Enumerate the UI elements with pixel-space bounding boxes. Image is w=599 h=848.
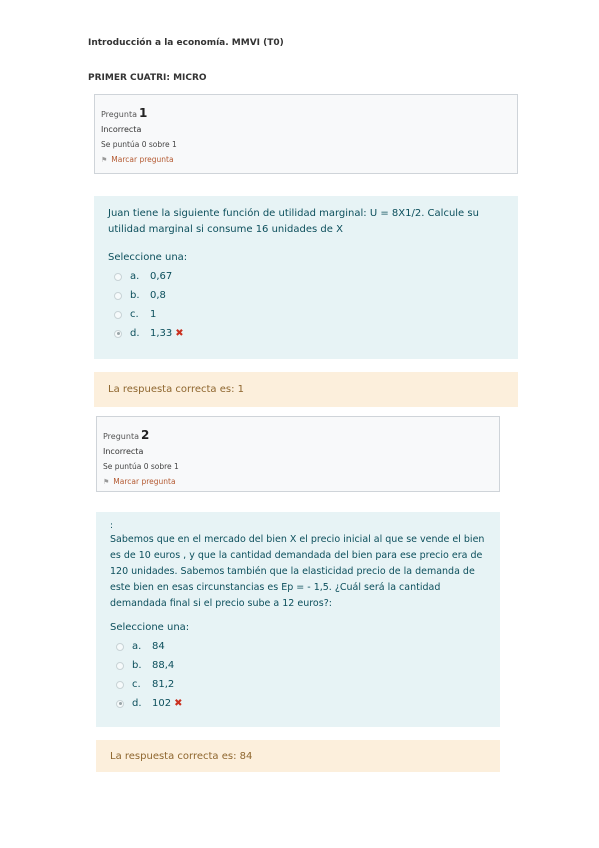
question-1-content: Juan tiene la siguiente función de utili… bbox=[94, 196, 518, 359]
radio-icon[interactable] bbox=[116, 661, 124, 670]
answer-option-d[interactable]: d. 1,33 ✖ bbox=[108, 324, 504, 343]
answer-list: a. 84 b. 88,4 c. 81,2 d. 102 ✖ bbox=[110, 637, 486, 713]
answer-option-d[interactable]: d. 102 ✖ bbox=[110, 694, 486, 713]
flag-icon: ⚑ bbox=[103, 478, 110, 486]
question-1-info: Pregunta 1 Incorrecta Se puntúa 0 sobre 1… bbox=[94, 94, 518, 174]
question-state: Incorrecta bbox=[101, 125, 142, 134]
answer-value: 81,2 bbox=[152, 679, 175, 690]
question-number: 1 bbox=[138, 106, 148, 120]
radio-icon[interactable] bbox=[116, 642, 124, 651]
answer-value: 0,8 bbox=[150, 290, 166, 301]
question-2-info: Pregunta 2 Incorrecta Se puntúa 0 sobre 1… bbox=[96, 416, 500, 492]
flag-question-label: Marcar pregunta bbox=[111, 155, 174, 164]
question-label: Pregunta bbox=[101, 110, 137, 119]
flag-icon: ⚑ bbox=[101, 156, 108, 164]
cross-icon: ✖ bbox=[174, 698, 183, 709]
radio-icon[interactable] bbox=[116, 680, 124, 689]
question-state: Incorrecta bbox=[103, 447, 144, 456]
answer-value: 0,67 bbox=[150, 271, 173, 282]
question-grade: Se puntúa 0 sobre 1 bbox=[101, 140, 177, 149]
answer-letter: d. bbox=[130, 328, 140, 339]
answer-prompt: Seleccione una: bbox=[110, 622, 190, 633]
answer-option-b[interactable]: b. 88,4 bbox=[110, 656, 486, 675]
answer-option-a[interactable]: a. 0,67 bbox=[108, 267, 504, 286]
answer-value: 88,4 bbox=[152, 660, 175, 671]
answer-option-a[interactable]: a. 84 bbox=[110, 637, 486, 656]
radio-icon[interactable] bbox=[114, 310, 122, 319]
flag-question-link[interactable]: ⚑ Marcar pregunta bbox=[103, 477, 493, 486]
answer-prompt: Seleccione una: bbox=[108, 252, 188, 263]
answer-letter: a. bbox=[132, 641, 142, 652]
flag-question-label: Marcar pregunta bbox=[113, 477, 176, 486]
answer-option-c[interactable]: c. 81,2 bbox=[110, 675, 486, 694]
answer-letter: b. bbox=[130, 290, 140, 301]
answer-letter: b. bbox=[132, 660, 142, 671]
document-title: Introducción a la economía. MMVI (T0) bbox=[88, 38, 284, 48]
question-label: Pregunta bbox=[103, 432, 139, 441]
radio-icon[interactable] bbox=[114, 329, 122, 338]
question-grade: Se puntúa 0 sobre 1 bbox=[103, 462, 179, 471]
answer-value: 1,33 bbox=[150, 328, 173, 339]
question-text: Juan tiene la siguiente función de utili… bbox=[108, 208, 479, 235]
question-text: Sabemos que en el mercado del bien X el … bbox=[110, 534, 485, 609]
answer-letter: c. bbox=[130, 309, 139, 320]
answer-value: 102 bbox=[152, 698, 172, 709]
answer-value: 84 bbox=[152, 641, 165, 652]
answer-letter: a. bbox=[130, 271, 140, 282]
question-number: 2 bbox=[140, 428, 150, 442]
radio-icon[interactable] bbox=[114, 291, 122, 300]
question-2-content: : Sabemos que en el mercado del bien X e… bbox=[96, 512, 500, 727]
answer-list: a. 0,67 b. 0,8 c. 1 d. 1,33 ✖ bbox=[108, 267, 504, 343]
document-subtitle: PRIMER CUATRI: MICRO bbox=[88, 73, 207, 83]
radio-icon[interactable] bbox=[114, 272, 122, 281]
answer-letter: c. bbox=[132, 679, 141, 690]
answer-option-b[interactable]: b. 0,8 bbox=[108, 286, 504, 305]
answer-value: 1 bbox=[150, 309, 157, 320]
answer-option-c[interactable]: c. 1 bbox=[108, 305, 504, 324]
flag-question-link[interactable]: ⚑ Marcar pregunta bbox=[101, 155, 511, 164]
question-2-feedback: La respuesta correcta es: 84 bbox=[96, 740, 500, 772]
radio-icon[interactable] bbox=[116, 699, 124, 708]
answer-letter: d. bbox=[132, 698, 142, 709]
question-1-feedback: La respuesta correcta es: 1 bbox=[94, 372, 518, 407]
cross-icon: ✖ bbox=[175, 328, 184, 339]
question-intro: : bbox=[110, 521, 114, 531]
